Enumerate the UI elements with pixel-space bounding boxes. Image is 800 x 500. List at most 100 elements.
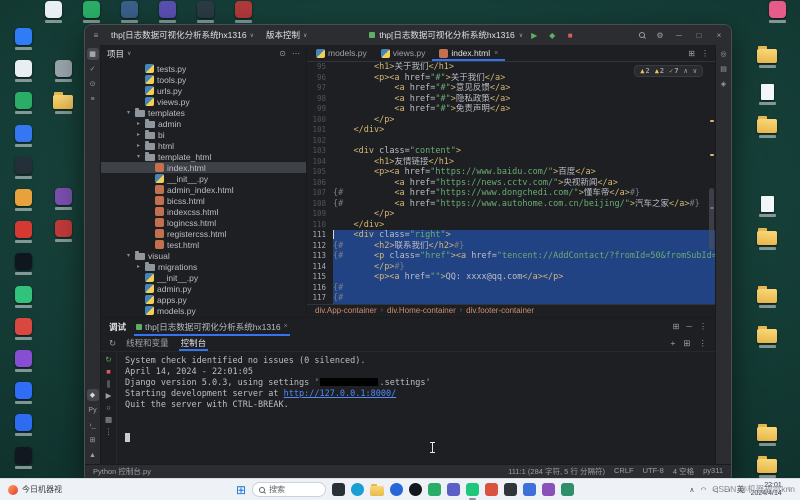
- tree-item-bi[interactable]: ▸bi: [101, 129, 306, 140]
- taskbar-pycharm-icon[interactable]: [466, 483, 479, 496]
- code-area[interactable]: ▲2 ▲2 ✓7 ∧ ∨ 95 <h1>关于我们</h1: [307, 62, 715, 304]
- tree-item-html[interactable]: ▸html: [101, 140, 306, 151]
- pause-button[interactable]: ∥: [107, 380, 111, 388]
- code-line-101[interactable]: 101 </div>: [307, 125, 715, 136]
- rerun-button[interactable]: ↻: [105, 356, 111, 364]
- prev-issue-icon[interactable]: ∧: [684, 67, 688, 75]
- debug-button[interactable]: ◆: [545, 31, 559, 40]
- project-widget[interactable]: thp[日志数据可视化分析系统hx1316 ∨: [107, 28, 258, 42]
- close-button[interactable]: ×: [711, 25, 727, 45]
- folder-icon[interactable]: [750, 228, 784, 250]
- code-line-106[interactable]: 106 <a href="https://news.cctv.com/">央视新…: [307, 178, 715, 189]
- inspections-widget[interactable]: ▲2 ▲2 ✓7 ∧ ∨: [634, 65, 703, 77]
- indent-style[interactable]: 4 空格: [673, 466, 694, 477]
- folder-icon[interactable]: [750, 456, 784, 478]
- code-line-97[interactable]: 97 <a href="#">意见反馈</a>: [307, 83, 715, 94]
- docs-desktop-icon[interactable]: [6, 28, 40, 50]
- scrollbar-thumb[interactable]: [709, 188, 714, 251]
- taskbar-app-icon[interactable]: [447, 483, 460, 496]
- run-button[interactable]: ▶: [527, 31, 541, 40]
- tree-item-__init__.py[interactable]: __init__.py: [101, 173, 306, 184]
- taskbar-app-icon[interactable]: [485, 483, 498, 496]
- structure-toolwindow[interactable]: ≡: [87, 93, 99, 105]
- folder-icon[interactable]: [750, 286, 784, 308]
- tree-expand-icon[interactable]: ▾: [125, 252, 132, 259]
- caret-position[interactable]: 111:1 (284 字符, 5 行 分隔符): [508, 466, 605, 477]
- code-line-107[interactable]: 107{# <a href="https://www.dongchedi.com…: [307, 188, 715, 199]
- douyin-desktop-icon[interactable]: [6, 253, 40, 275]
- tree-expand-icon[interactable]: ▾: [135, 153, 142, 160]
- split-editor-icon[interactable]: ⊞: [688, 49, 695, 58]
- widgets-button[interactable]: 今日机器视: [0, 484, 70, 495]
- panel-options-icon[interactable]: ⋮: [699, 322, 707, 331]
- pull-requests-toolwindow[interactable]: ⊙: [87, 78, 99, 90]
- editor-tab-models.py[interactable]: models.py: [309, 45, 374, 61]
- tree-item-template_html[interactable]: ▾template_html: [101, 151, 306, 162]
- maximize-button[interactable]: □: [691, 25, 707, 45]
- code-line-102[interactable]: 102: [307, 136, 715, 147]
- desktop-icon[interactable]: [6, 318, 40, 340]
- resume-button[interactable]: ▶: [106, 392, 112, 400]
- editor-tab-index.html[interactable]: index.html×: [432, 45, 505, 61]
- taskbar-task-view-icon[interactable]: [332, 483, 345, 496]
- terminal-toolwindow[interactable]: ›_: [87, 419, 99, 431]
- desktop-icon[interactable]: [150, 1, 184, 23]
- tree-item-migrations[interactable]: ▸migrations: [101, 261, 306, 272]
- console-options-icon[interactable]: ⋮: [699, 338, 708, 349]
- taskbar-wechat-icon[interactable]: [428, 483, 441, 496]
- notifications-icon[interactable]: ◎: [718, 48, 730, 60]
- code-line-114[interactable]: 114 </p>#}: [307, 262, 715, 273]
- wechat-desktop-icon[interactable]: [6, 92, 40, 114]
- desktop-icon[interactable]: [46, 188, 80, 210]
- wecom-desktop-icon[interactable]: [6, 125, 40, 147]
- search-everywhere-icon[interactable]: [635, 31, 649, 40]
- restore-layout-button[interactable]: ▦: [105, 416, 112, 424]
- code-line-105[interactable]: 105 <p><a href="https://www.baidu.com/">…: [307, 167, 715, 178]
- settings-icon[interactable]: ⚙: [653, 31, 667, 40]
- tree-expand-icon[interactable]: ▸: [135, 142, 142, 149]
- folder-icon[interactable]: [750, 116, 784, 138]
- tree-item-tests.py[interactable]: tests.py: [101, 63, 306, 74]
- taskbar-qq-icon[interactable]: [409, 483, 422, 496]
- minimize-button[interactable]: ─: [671, 25, 687, 45]
- tree-item-bicss.html[interactable]: bicss.html: [101, 195, 306, 206]
- code-line-117[interactable]: 117{#: [307, 293, 715, 304]
- editor-tab-views.py[interactable]: views.py: [374, 45, 433, 61]
- folder-icon[interactable]: [46, 92, 80, 114]
- tree-item-tools.py[interactable]: tools.py: [101, 74, 306, 85]
- wifi-icon[interactable]: ◠: [700, 486, 706, 494]
- layout-settings-icon[interactable]: ⊞: [673, 322, 680, 331]
- python-interpreter[interactable]: py311: [703, 466, 723, 477]
- qqmusic-desktop-icon[interactable]: [6, 286, 40, 308]
- taskbar-edge-icon[interactable]: [351, 483, 364, 496]
- stop-button[interactable]: ■: [563, 31, 577, 40]
- tree-item-models.py[interactable]: models.py: [101, 305, 306, 316]
- console-output[interactable]: System check identified no issues (0 sil…: [117, 352, 715, 465]
- code-line-110[interactable]: 110 </div>: [307, 220, 715, 231]
- vcs-widget[interactable]: 版本控制 ∨: [262, 28, 311, 42]
- line-separator[interactable]: CRLF: [614, 466, 634, 477]
- tree-item-test.html[interactable]: test.html: [101, 239, 306, 250]
- file-icon[interactable]: [750, 84, 784, 105]
- tree-item-__init__.py[interactable]: __init__.py: [101, 272, 306, 283]
- taskbar-search[interactable]: 搜索: [252, 482, 326, 497]
- tab-threads-variables[interactable]: 线程和变量: [124, 335, 171, 351]
- folder-icon[interactable]: [750, 46, 784, 68]
- taskbar-explorer-icon[interactable]: [370, 486, 384, 496]
- tree-item-views.py[interactable]: views.py: [101, 96, 306, 107]
- close-session-icon[interactable]: ×: [284, 323, 288, 330]
- debug-toolwindow[interactable]: ◆: [87, 389, 99, 401]
- add-tab-icon[interactable]: +: [670, 338, 675, 348]
- file-encoding[interactable]: UTF-8: [643, 466, 664, 477]
- debug-session-tab[interactable]: thp[日志数据可视化分析系统hx1316 ×: [134, 318, 290, 336]
- tree-item-templates[interactable]: ▾templates: [101, 107, 306, 118]
- taskbar-app-icon[interactable]: [504, 483, 517, 496]
- code-line-104[interactable]: 104 <h1>友情链接</h1>: [307, 157, 715, 168]
- panel-more-icon[interactable]: ⋯: [292, 49, 300, 58]
- netdisk-desktop-icon[interactable]: [6, 382, 40, 404]
- code-line-111[interactable]: 111 <div class="right">: [307, 230, 715, 241]
- taskbar-app-icon[interactable]: [561, 483, 574, 496]
- folder-icon[interactable]: [750, 424, 784, 446]
- desktop-icon[interactable]: [46, 220, 80, 242]
- tree-expand-icon[interactable]: ▸: [135, 263, 142, 270]
